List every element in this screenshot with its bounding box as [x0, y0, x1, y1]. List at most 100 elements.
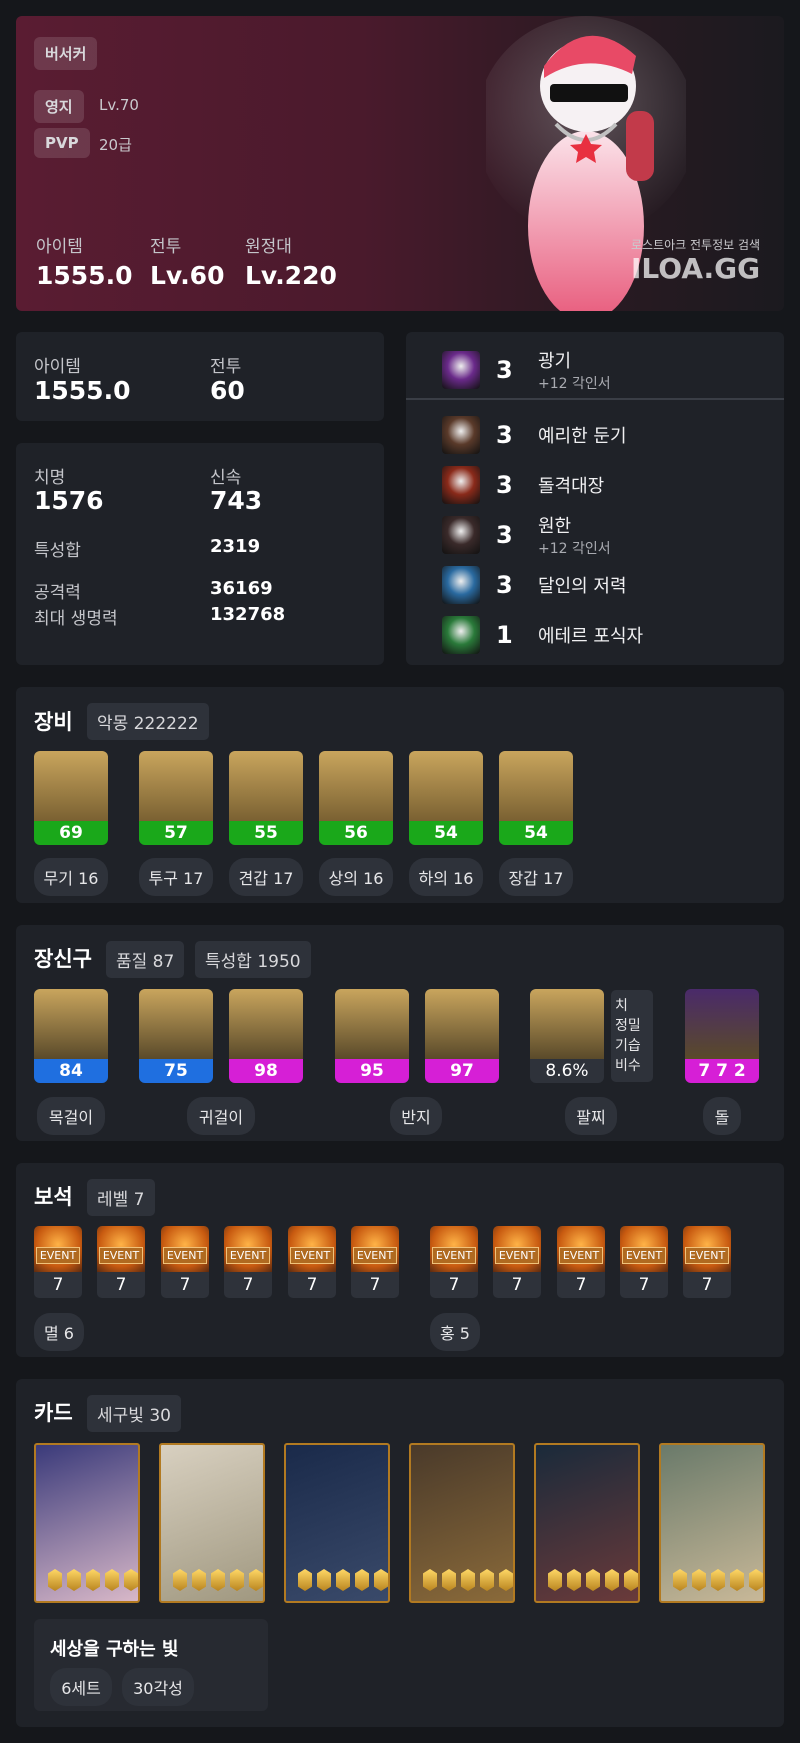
card-slot[interactable] — [659, 1443, 765, 1603]
gem-slot[interactable]: EVENT 7 — [288, 1226, 336, 1298]
engraving-row: 3 달인의 저력 — [422, 562, 784, 608]
accessory-slot[interactable]: 75 — [139, 989, 213, 1083]
gem-event-badge: EVENT — [684, 1247, 730, 1264]
earring-label: 귀걸이 — [187, 1097, 255, 1135]
awakening-gem-icon — [173, 1569, 187, 1591]
equipment-slot[interactable]: 54 — [409, 751, 483, 845]
card-slot[interactable] — [284, 1443, 390, 1603]
hero-combat-level: 전투 Lv.60 — [150, 232, 224, 290]
stat-crit-value: 1576 — [34, 486, 104, 515]
engraving-row: 1 에테르 포식자 — [422, 612, 784, 658]
accessory-slot[interactable]: 7 7 2 — [685, 989, 759, 1083]
engraving-name: 광기 — [538, 351, 572, 372]
ring-label: 반지 — [390, 1097, 442, 1135]
card-awakening — [48, 1569, 138, 1591]
card-slot[interactable] — [534, 1443, 640, 1603]
engraving-level: 3 — [496, 421, 513, 449]
gem-icon: EVENT — [97, 1226, 145, 1272]
stat-total-value: 2319 — [210, 536, 261, 557]
equipment-slot[interactable]: 69 — [34, 751, 108, 845]
accessory-icon — [335, 989, 409, 1059]
equipment-slot[interactable]: 56 — [319, 751, 393, 845]
gem-event-badge: EVENT — [289, 1247, 335, 1264]
equipment-slot[interactable]: 54 — [499, 751, 573, 845]
card-awakening — [423, 1569, 513, 1591]
hero-item-label: 아이템 — [36, 237, 83, 257]
awakening-gem-icon — [86, 1569, 100, 1591]
accessory-icon — [229, 989, 303, 1059]
bracelet-label: 팔찌 — [565, 1097, 617, 1135]
hero-combat-label: 전투 — [150, 237, 182, 257]
accessory-slot[interactable]: 84 — [34, 989, 108, 1083]
awakening-gem-icon — [480, 1569, 494, 1591]
accessory-quality: 75 — [139, 1059, 213, 1083]
gem-slot[interactable]: EVENT 7 — [493, 1226, 541, 1298]
class-badge: 버서커 — [34, 37, 98, 70]
accessory-quality: 97 — [425, 1059, 499, 1083]
stone-label: 돌 — [703, 1097, 741, 1135]
gem-slot[interactable]: EVENT 7 — [557, 1226, 605, 1298]
accessory-title: 장신구 — [34, 947, 92, 971]
gem-slot[interactable]: EVENT 7 — [430, 1226, 478, 1298]
awakening-gem-icon — [692, 1569, 706, 1591]
equipment-label: 투구 17 — [139, 858, 213, 896]
awakening-gem-icon — [624, 1569, 638, 1591]
equipment-icon — [34, 751, 108, 821]
card-awakening — [548, 1569, 638, 1591]
equipment-icon — [409, 751, 483, 821]
gem-slot[interactable]: EVENT 7 — [97, 1226, 145, 1298]
cards-set-tag: 세구빛 30 — [87, 1395, 181, 1432]
gem-level: 7 — [620, 1272, 668, 1298]
awakening-gem-icon — [548, 1569, 562, 1591]
gems-level-tag: 레벨 7 — [87, 1179, 155, 1216]
gem-level: 7 — [683, 1272, 731, 1298]
equipment-quality: 55 — [229, 821, 303, 845]
gem-slot[interactable]: EVENT 7 — [161, 1226, 209, 1298]
accessory-slot[interactable]: 98 — [229, 989, 303, 1083]
gem-slot[interactable]: EVENT 7 — [224, 1226, 272, 1298]
engraving-icon — [442, 466, 480, 504]
gem-slot[interactable]: EVENT 7 — [683, 1226, 731, 1298]
bracelet-effects: 치 정밀 기습 비수 — [611, 990, 653, 1082]
gem-event-badge: EVENT — [352, 1247, 398, 1264]
accessory-slot[interactable]: 95 — [335, 989, 409, 1083]
equipment-slot[interactable]: 57 — [139, 751, 213, 845]
equipment-quality: 57 — [139, 821, 213, 845]
engraving-level: 3 — [496, 471, 513, 499]
awakening-gem-icon — [67, 1569, 81, 1591]
awakening-gem-icon — [499, 1569, 513, 1591]
bracelet-effect: 치 — [615, 998, 628, 1014]
equipment-slot[interactable]: 55 — [229, 751, 303, 845]
gem-slot[interactable]: EVENT 7 — [620, 1226, 668, 1298]
card-slot[interactable] — [34, 1443, 140, 1603]
accessory-slot[interactable]: 97 — [425, 989, 499, 1083]
bracelet-effect: 비수 — [615, 1058, 641, 1074]
gem-event-badge: EVENT — [98, 1247, 144, 1264]
engraving-row: 3 예리한 둔기 — [422, 412, 784, 458]
gem-slot[interactable]: EVENT 7 — [34, 1226, 82, 1298]
stat-hp-value: 132768 — [210, 604, 286, 625]
awakening-gem-icon — [749, 1569, 763, 1591]
estate-level: Lv.70 — [99, 96, 139, 114]
awakening-gem-icon — [192, 1569, 206, 1591]
equipment-quality: 54 — [409, 821, 483, 845]
accessory-icon — [139, 989, 213, 1059]
card-awakening — [298, 1569, 388, 1591]
awakening-gem-icon — [355, 1569, 369, 1591]
accessory-slot[interactable]: 8.6% — [530, 989, 604, 1083]
awakening-gem-icon — [124, 1569, 138, 1591]
equipment-icon — [139, 751, 213, 821]
bracelet-effect: 정밀 — [615, 1018, 641, 1034]
gem-icon: EVENT — [351, 1226, 399, 1272]
engraving-row: 3 원한 +12 각인서 — [422, 512, 784, 558]
card-slot[interactable] — [159, 1443, 265, 1603]
accessory-quality: 84 — [34, 1059, 108, 1083]
engraving-level: 3 — [496, 521, 513, 549]
gem-level: 7 — [34, 1272, 82, 1298]
card-set-box: 세상을 구하는 빛 6세트 30각성 — [34, 1619, 268, 1711]
awakening-gem-icon — [249, 1569, 263, 1591]
hero-expedition-label: 원정대 — [245, 237, 292, 257]
gem-slot[interactable]: EVENT 7 — [351, 1226, 399, 1298]
card-slot[interactable] — [409, 1443, 515, 1603]
awakening-gem-icon — [374, 1569, 388, 1591]
